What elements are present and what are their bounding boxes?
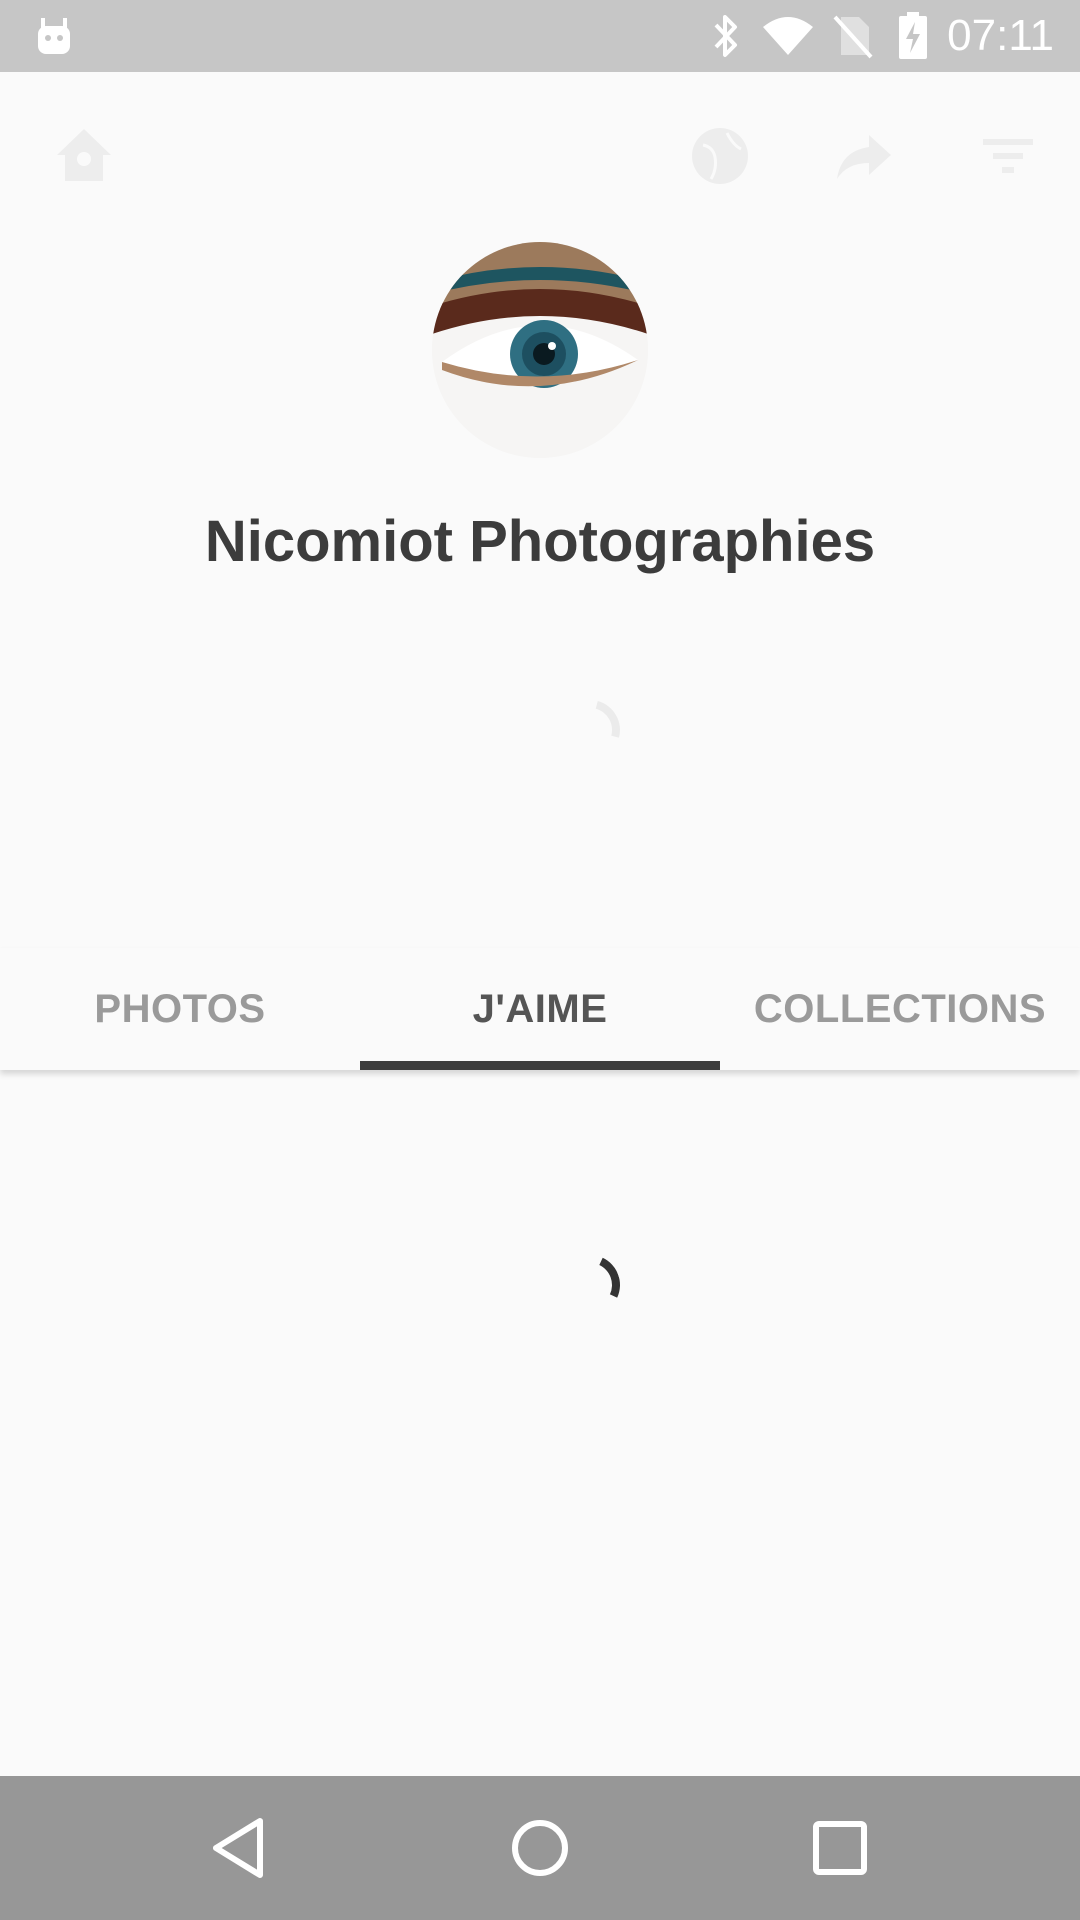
battery-charging-icon [896, 0, 930, 72]
globe-icon[interactable] [684, 120, 756, 192]
profile-loading-spinner [549, 689, 631, 771]
tab-bar: PHOTOS J'AIME COLLECTIONS [0, 948, 1080, 1070]
toolbar [0, 72, 1080, 240]
filter-icon[interactable] [972, 120, 1044, 192]
share-icon[interactable] [828, 120, 900, 192]
screen: 07:11 Nicomiot Photographies PHOTOS J'AI… [0, 0, 1080, 1920]
tab-likes[interactable]: J'AIME [360, 948, 720, 1070]
tab-indicator [360, 1061, 720, 1070]
wifi-icon [760, 0, 816, 72]
home-icon[interactable] [468, 1776, 612, 1920]
recents-icon[interactable] [768, 1776, 912, 1920]
back-icon[interactable] [168, 1776, 312, 1920]
content-loading-spinner [551, 1246, 629, 1324]
tab-collections[interactable]: COLLECTIONS [720, 948, 1080, 1070]
no-sim-icon [830, 0, 876, 72]
profile-name: Nicomiot Photographies [204, 509, 876, 574]
status-time: 07:11 [947, 11, 1054, 60]
navigation-bar [0, 1776, 1080, 1920]
tab-photos[interactable]: PHOTOS [0, 948, 360, 1070]
android-notification-icon [30, 0, 78, 72]
home-location-icon[interactable] [48, 120, 120, 192]
bluetooth-icon [704, 0, 748, 72]
avatar [432, 242, 648, 458]
status-bar: 07:11 [0, 0, 1080, 72]
